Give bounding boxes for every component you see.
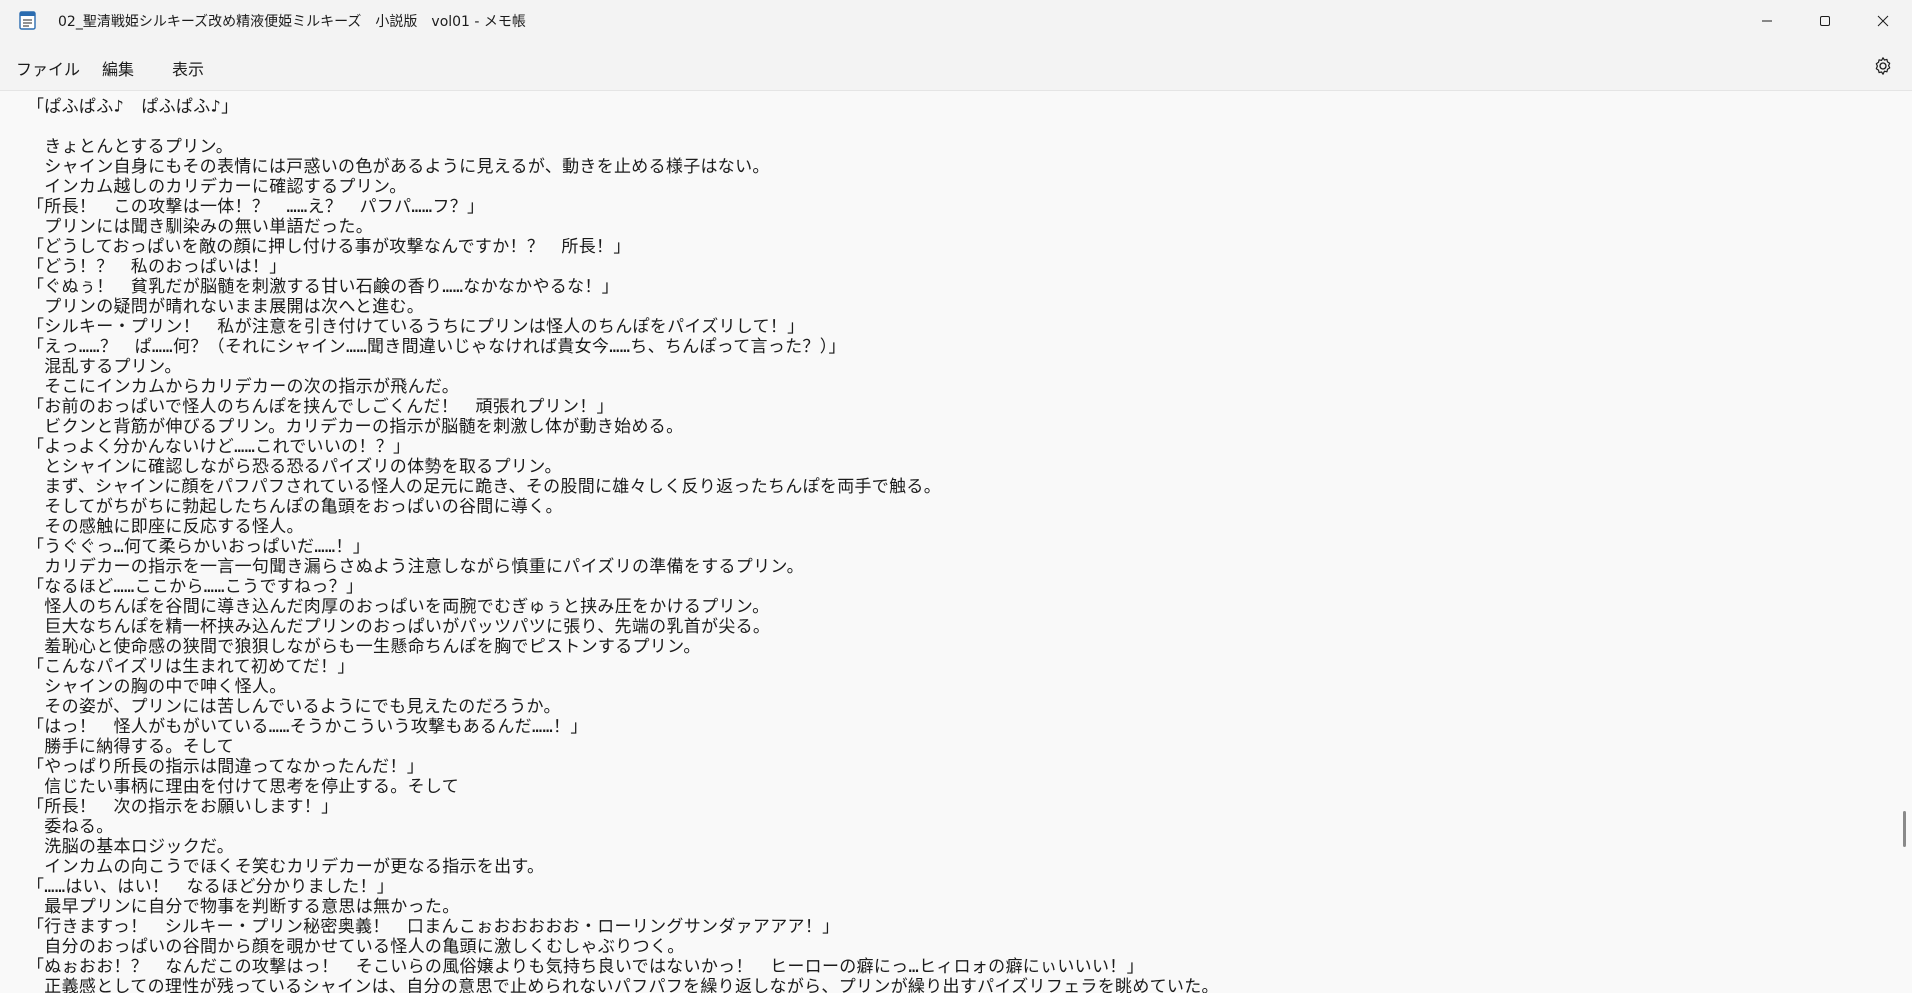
text-line: カリデカーの指示を一言一句聞き漏らさぬよう注意しながら慎重にパイズリの準備をする… [27, 557, 804, 577]
maximize-icon [1820, 16, 1830, 26]
text-line: 自分のおっぱいの谷間から顔を覗かせている怪人の亀頭に激しくむしゃぶりつく。 [27, 937, 685, 957]
text-line: そこにインカムからカリデカーの次の指示が飛んだ。 [27, 377, 459, 397]
text-line: 正義感としての理性が残っているシャインは、自分の意思で止められないパフパフを繰り… [27, 977, 1219, 993]
document-text[interactable]: 「ぱふぱふ♪ ぱふぱふ♪」 きょとんとするプリン。 シャイン自身にもその表情には… [27, 97, 1219, 993]
text-line: 巨大なちんぽを精一杯挟み込んだプリンのおっぱいがパッツパツに張り、先端の乳首が尖… [27, 617, 771, 637]
text-line: 「行きますっ！ シルキー・プリン秘密奥義！ 口まんこぉおおおおお・ローリングサン… [27, 917, 840, 937]
text-line: とシャインに確認しながら恐る恐るパイズリの体勢を取るプリン。 [27, 457, 562, 477]
minimize-icon [1762, 20, 1772, 22]
menu-view[interactable]: 表示 [172, 56, 204, 80]
text-line: インカムの向こうでほくそ笑むカリデカーが更なる指示を出す。 [27, 857, 545, 877]
text-line: シャインの胸の中で呻く怪人。 [27, 677, 287, 697]
text-line: その姿が、プリンには苦しんでいるようにでも見えたのだろうか。 [27, 697, 561, 717]
text-line: 委ねる。 [27, 817, 114, 837]
menu-file[interactable]: ファイル [16, 56, 80, 80]
text-line: 「どう！？ 私のおっぱいは！」 [27, 257, 287, 277]
notepad-icon [19, 11, 36, 30]
text-line: まず、シャインに顔をパフパフされている怪人の足元に跪き、その股間に雄々しく反り返… [27, 477, 942, 497]
text-line: 「シルキー・プリン！ 私が注意を引き付けているうちにプリンは怪人のちんぽをパイズ… [27, 317, 805, 337]
text-line: 「お前のおっぱいで怪人のちんぽを挟んでしごくんだ！ 頑張れプリン！」 [27, 397, 614, 417]
text-line [27, 117, 1219, 137]
gear-icon [1875, 57, 1891, 75]
text-line: 混乱するプリン。 [27, 357, 182, 377]
text-line: 「こんなパイズリは生まれて初めてだ！」 [27, 657, 355, 677]
text-line: 怪人のちんぽを谷間に導き込んだ肉厚のおっぱいを両腕でむぎゅぅと挟み圧をかけるプリ… [27, 597, 770, 617]
text-line: きょとんとするプリン。 [27, 137, 234, 157]
menu-bar: ファイル 編集 表示 [0, 42, 1912, 90]
vertical-scrollbar-thumb[interactable] [1903, 811, 1906, 847]
text-line: ビクンと背筋が伸びるプリン。カリデカーの指示が脳髄を刺激し体が動き始める。 [27, 417, 684, 437]
text-line: 羞恥心と使命感の狭間で狼狽しながらも一生懸命ちんぽを胸でピストンするプリン。 [27, 637, 701, 657]
menu-edit[interactable]: 編集 [102, 56, 134, 80]
text-line: 「はっ！ 怪人がもがいている……そうかこういう攻撃もあるんだ……！」 [27, 717, 588, 737]
maximize-button[interactable] [1796, 0, 1854, 42]
text-line: 信じたい事柄に理由を付けて思考を停止する。そして [27, 777, 459, 797]
text-line: 「えっ……？ ぱ……何？（それにシャイン……聞き間違いじゃなければ貴女今……ち、… [27, 337, 846, 357]
close-icon [1877, 15, 1889, 27]
text-line: 「……はい、はい！ なるほど分かりました！」 [27, 877, 395, 897]
text-line: 「ぱふぱふ♪ ぱふぱふ♪」 [27, 97, 239, 117]
text-line: 「ぐぬぅ！ 貧乳だが脳髄を刺激する甘い石鹸の香り……なかなかやるな！」 [27, 277, 619, 297]
text-line: 「なるほど……ここから……こうですねっ？」 [27, 577, 364, 597]
text-line: そしてがちがちに勃起したちんぽの亀頭をおっぱいの谷間に導く。 [27, 497, 563, 517]
text-line: 「よっよく分かんないけど……これでいいの！？」 [27, 437, 411, 457]
text-line: その感触に即座に反応する怪人。 [27, 517, 304, 537]
text-line: シャイン自身にもその表情には戸惑いの色があるように見えるが、動きを止める様子はな… [27, 157, 770, 177]
window-title: 02_聖清戦姫シルキーズ改め精液便姫ミルキーズ 小説版 vol01 - メモ帳 [58, 14, 526, 30]
text-line: 「ぬぉおお！？ なんだこの攻撃はっ！ そこいらの風俗嬢よりも気持ち良いではないか… [27, 957, 1144, 977]
text-line: 最早プリンに自分で物事を判断する意思は無かった。 [27, 897, 460, 917]
text-line: 「うぐぐっ…何て柔らかいおっぱいだ……！」 [27, 537, 371, 557]
text-line: プリンの疑問が晴れないまま展開は次へと進む。 [27, 297, 425, 317]
text-editor[interactable]: 「ぱふぱふ♪ ぱふぱふ♪」 きょとんとするプリン。 シャイン自身にもその表情には… [0, 90, 1912, 993]
close-button[interactable] [1854, 0, 1912, 42]
text-line: 「所長！ 次の指示をお願いします！」 [27, 797, 339, 817]
text-line: 「やっぱり所長の指示は間違ってなかったんだ！」 [27, 757, 425, 777]
text-line: 洗脳の基本ロジックだ。 [27, 837, 235, 857]
text-line: インカム越しのカリデカーに確認するプリン。 [27, 177, 407, 197]
text-line: 勝手に納得する。そして [27, 737, 235, 757]
minimize-button[interactable] [1738, 0, 1796, 42]
text-line: 「どうしておっぱいを敵の顔に押し付ける事が攻撃なんですか！？ 所長！」 [27, 237, 631, 257]
settings-button[interactable] [1870, 53, 1896, 79]
title-bar: 02_聖清戦姫シルキーズ改め精液便姫ミルキーズ 小説版 vol01 - メモ帳 [0, 0, 1912, 42]
text-line: プリンには聞き馴染みの無い単語だった。 [27, 217, 373, 237]
text-line: 「所長！ この攻撃は一体！？ ……え？ パフパ……フ？」 [27, 197, 485, 217]
